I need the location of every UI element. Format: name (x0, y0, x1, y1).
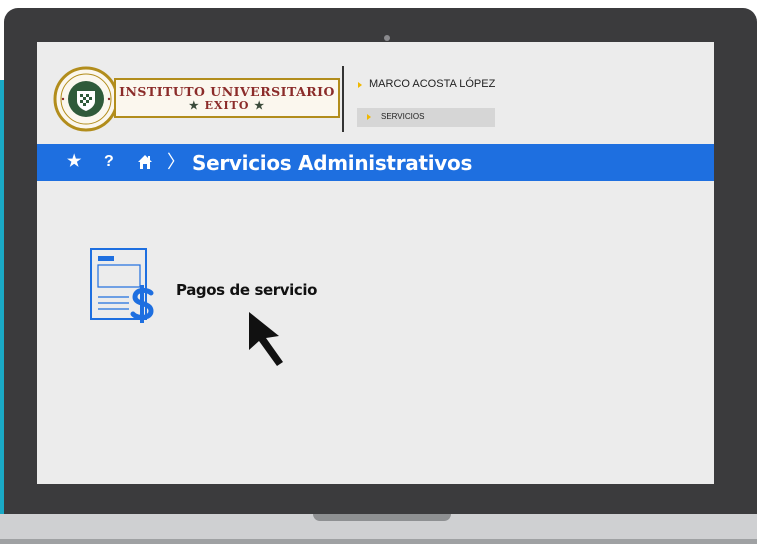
bullet-icon (367, 114, 371, 120)
mouse-pointer-icon (249, 312, 283, 366)
section-chip[interactable] (357, 108, 495, 127)
laptop-base-shadow (0, 539, 757, 544)
breadcrumb-separator: 〉 (167, 152, 185, 172)
bullet-icon (358, 82, 362, 88)
navigation-bar: ★ ? 〉 Servicios Administrativos (37, 144, 714, 181)
star-icon: ★ (254, 99, 266, 112)
logo-subtitle-text: EXITO (204, 99, 250, 112)
institution-logo[interactable]: INSTITUTO UNIVERSITARIO ★ EXITO ★ (53, 66, 340, 132)
logo-subtitle: ★ EXITO ★ (116, 99, 338, 112)
star-icon: ★ (188, 99, 200, 112)
star-icon[interactable]: ★ (67, 153, 81, 171)
logo-wordmark: INSTITUTO UNIVERSITARIO ★ EXITO ★ (114, 78, 340, 118)
help-icon[interactable]: ? (104, 153, 114, 171)
seal-icon (53, 66, 119, 132)
service-label[interactable]: Pagos de servicio (176, 281, 317, 299)
page-title: Servicios Administrativos (192, 151, 473, 175)
payment-document-icon (90, 248, 154, 323)
user-name: MARCO ACOSTA LÓPEZ (369, 78, 496, 90)
section-chip-label[interactable]: SERVICIOS (381, 112, 424, 121)
logo-title: INSTITUTO UNIVERSITARIO (119, 84, 335, 99)
app-screen: INSTITUTO UNIVERSITARIO ★ EXITO ★ MARCO … (37, 42, 714, 484)
home-icon[interactable] (137, 154, 153, 170)
header-divider (342, 66, 344, 132)
service-item-pagos[interactable]: Pagos de servicio (89, 247, 329, 327)
laptop-notch (313, 514, 451, 521)
webcam-dot (384, 35, 390, 41)
